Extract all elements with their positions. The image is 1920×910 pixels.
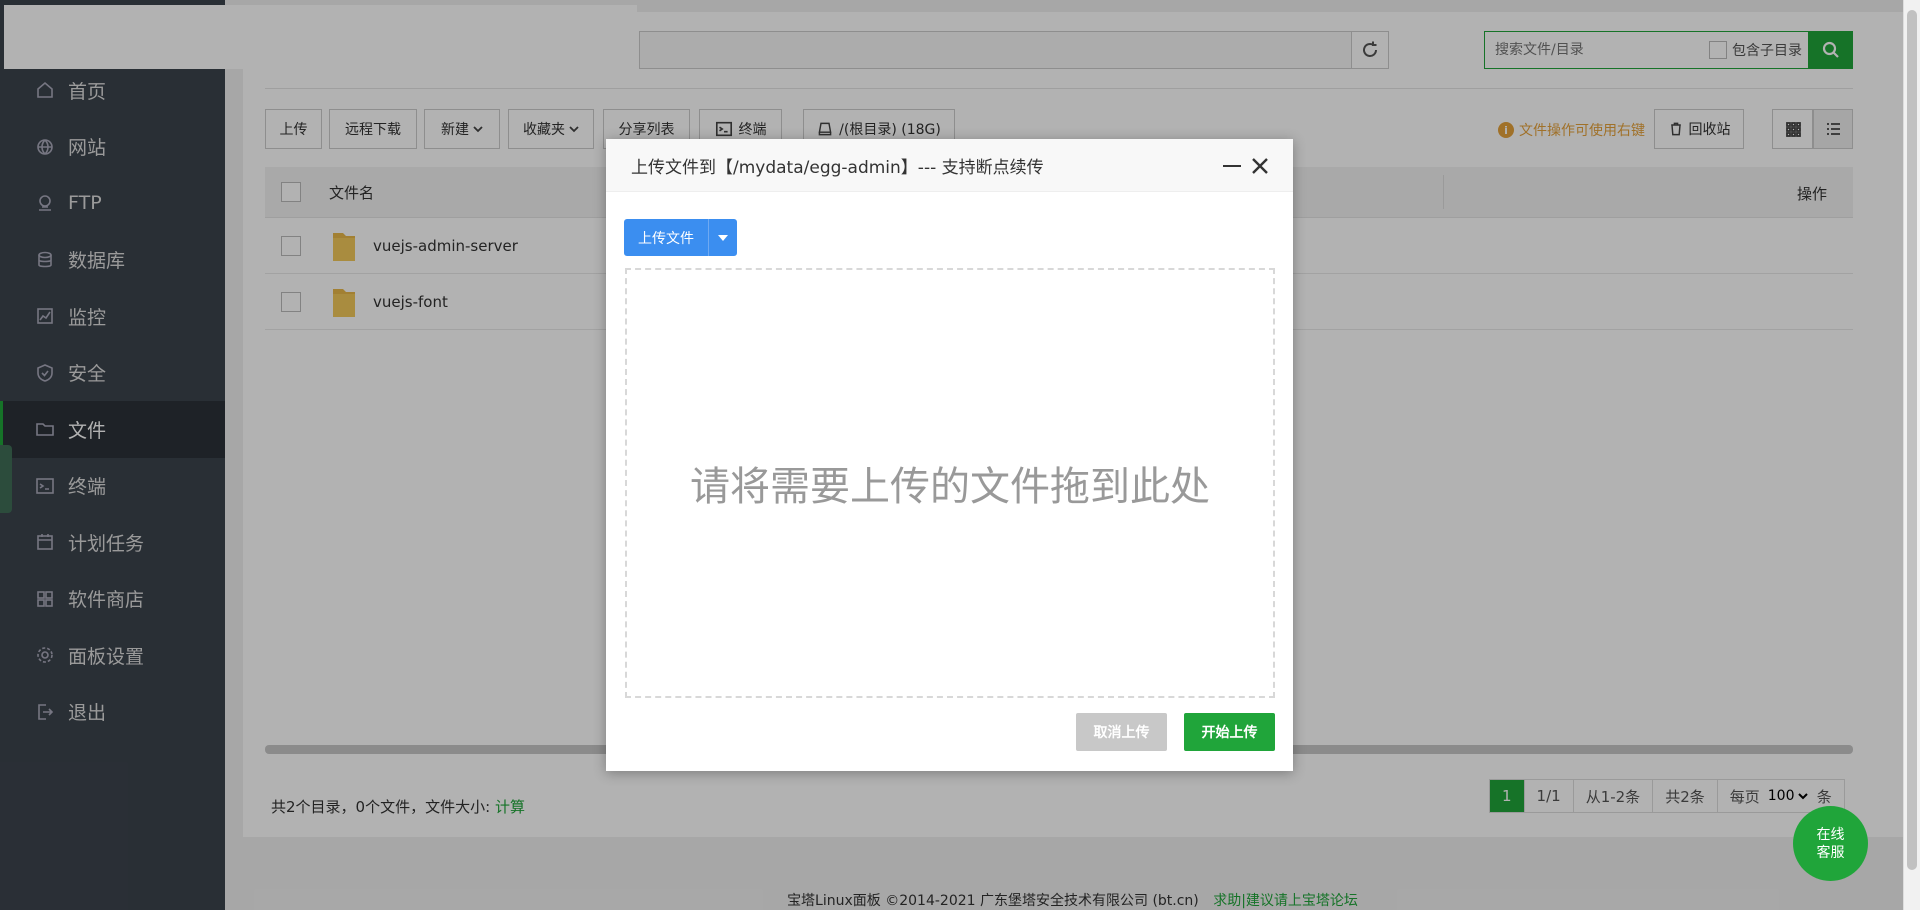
vertical-scrollbar[interactable]	[1903, 0, 1920, 910]
minimize-icon[interactable]	[1223, 165, 1241, 167]
upload-dialog: 上传文件到【/mydata/egg-admin】--- 支持断点续传 上传文件 …	[606, 139, 1293, 771]
dropzone-text: 请将需要上传的文件拖到此处	[690, 464, 1210, 510]
dialog-title: 上传文件到【/mydata/egg-admin】--- 支持断点续传	[631, 157, 1044, 178]
upload-file-split-button: 上传文件	[624, 219, 737, 256]
scrollbar-thumb[interactable]	[1907, 10, 1917, 870]
start-upload-button[interactable]: 开始上传	[1184, 713, 1275, 751]
upload-dropdown-toggle[interactable]	[708, 219, 737, 256]
close-icon[interactable]	[1249, 155, 1271, 177]
online-service-line2: 客服	[1816, 844, 1845, 861]
upload-dropzone[interactable]: 请将需要上传的文件拖到此处	[625, 268, 1275, 698]
cancel-upload-button[interactable]: 取消上传	[1076, 713, 1167, 751]
online-service-button[interactable]: 在线 客服	[1793, 806, 1868, 881]
dialog-header: 上传文件到【/mydata/egg-admin】--- 支持断点续传	[606, 139, 1293, 192]
upload-file-button[interactable]: 上传文件	[624, 219, 708, 256]
online-service-line1: 在线	[1816, 826, 1845, 843]
